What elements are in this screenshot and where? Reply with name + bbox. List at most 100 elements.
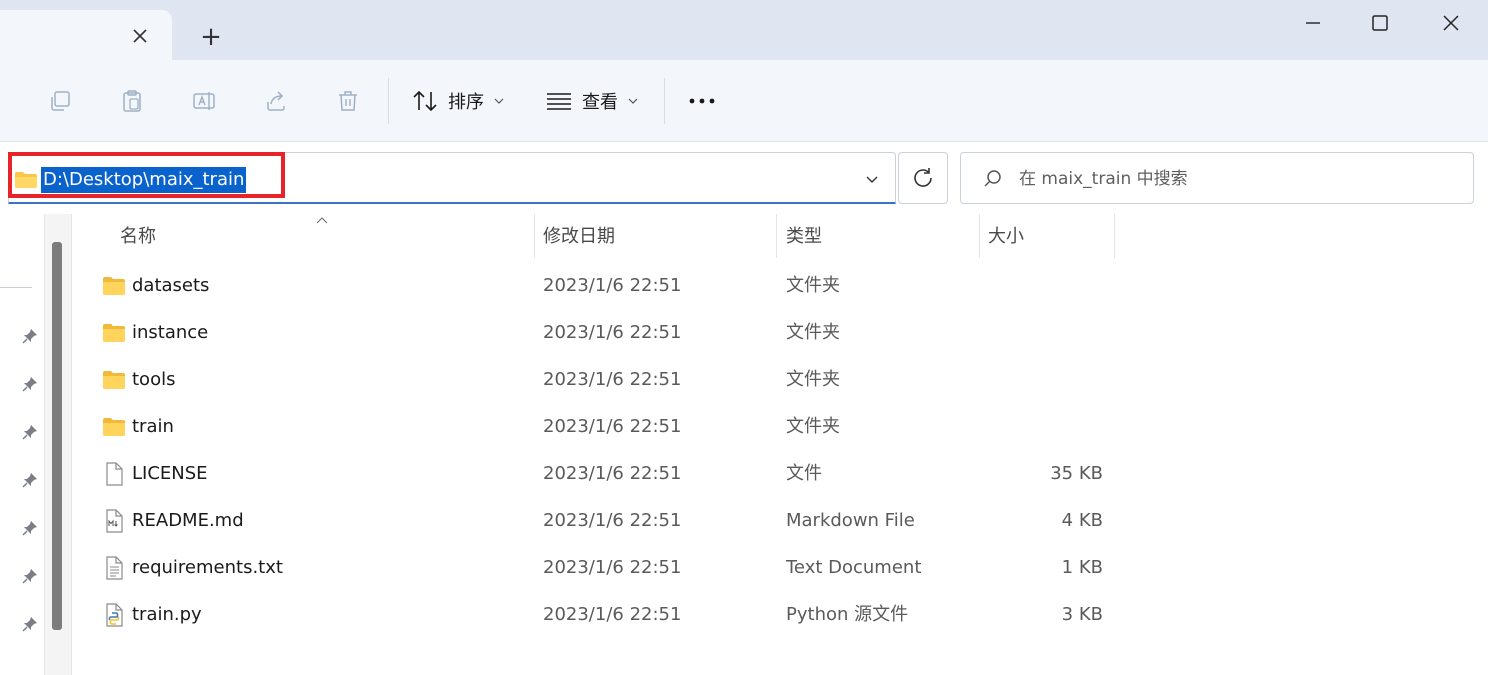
file-modified-date: 2023/1/6 22:51 — [543, 416, 682, 437]
pin-icon — [22, 377, 37, 392]
file-type: Markdown File — [786, 510, 915, 531]
column-header-type[interactable]: 类型 — [776, 214, 978, 260]
file-row[interactable]: README.md 2023/1/6 22:51 Markdown File 4 KB — [72, 497, 1488, 544]
view-list-icon — [547, 93, 571, 110]
file-modified-date: 2023/1/6 22:51 — [543, 604, 682, 625]
file-size: 1 KB — [1061, 557, 1103, 578]
file-size — [989, 356, 1103, 403]
refresh-button[interactable] — [898, 152, 948, 204]
rename-button[interactable] — [186, 84, 222, 118]
pin-icon — [22, 521, 37, 536]
folder-icon — [102, 321, 126, 345]
view-menu-button[interactable]: 查看 — [546, 84, 638, 118]
quick-access-item[interactable] — [20, 566, 40, 586]
sort-icon — [413, 90, 437, 112]
column-divider[interactable] — [1114, 214, 1115, 258]
refresh-icon — [914, 168, 932, 187]
search-input[interactable] — [1019, 165, 1459, 193]
command-bar: 排序 查看 — [0, 60, 1488, 142]
more-icon — [689, 98, 715, 104]
trash-icon — [339, 91, 357, 111]
file-name: instance — [132, 322, 209, 343]
file-type: 文件夹 — [786, 416, 840, 437]
address-bar[interactable]: D:\Desktop\maix_train — [8, 152, 896, 204]
plus-icon: + — [200, 22, 222, 52]
file-row[interactable]: requirements.txt 2023/1/6 22:51 Text Docum… — [72, 544, 1488, 591]
tab-current[interactable] — [0, 10, 172, 60]
pin-icon — [22, 569, 37, 584]
chevron-down-icon — [866, 176, 878, 183]
close-window-button[interactable] — [1426, 4, 1476, 42]
delete-button[interactable] — [330, 84, 366, 118]
file-name: README.md — [132, 510, 244, 531]
clipboard-icon — [123, 90, 141, 112]
tab-close-button[interactable] — [124, 22, 156, 50]
file-name: train — [132, 416, 174, 437]
pin-icon — [22, 473, 37, 488]
pin-icon — [22, 425, 37, 440]
folder-icon — [15, 172, 37, 188]
share-icon — [267, 91, 285, 111]
file-type: 文件夹 — [786, 369, 840, 390]
new-tab-button[interactable]: + — [194, 22, 228, 52]
file-size: 35 KB — [1050, 463, 1103, 484]
text-file-icon — [102, 556, 126, 580]
copy-icon — [51, 91, 70, 111]
file-row[interactable]: LICENSE 2023/1/6 22:51 文件 35 KB — [72, 450, 1488, 497]
nav-scrollbar-thumb[interactable] — [52, 242, 62, 630]
sort-menu-button[interactable]: 排序 — [412, 84, 504, 118]
file-name: train.py — [132, 604, 202, 625]
file-modified-date: 2023/1/6 22:51 — [543, 510, 682, 531]
file-modified-date: 2023/1/6 22:51 — [543, 275, 682, 296]
sort-ascending-icon — [316, 217, 328, 224]
file-type: 文件 — [786, 463, 822, 484]
nav-divider — [0, 287, 32, 288]
file-size: 3 KB — [1061, 604, 1103, 625]
quick-access-item[interactable] — [20, 374, 40, 394]
close-icon — [133, 29, 147, 43]
file-row[interactable]: datasets 2023/1/6 22:51 文件夹 — [72, 262, 1488, 309]
maximize-button[interactable] — [1355, 4, 1405, 42]
file-row[interactable]: instance 2023/1/6 22:51 文件夹 — [72, 309, 1488, 356]
file-row[interactable]: train.py 2023/1/6 22:51 Python 源文件 3 KB — [72, 591, 1488, 638]
quick-access-item[interactable] — [20, 326, 40, 346]
share-button[interactable] — [258, 84, 294, 118]
address-path[interactable]: D:\Desktop\maix_train — [41, 167, 247, 193]
pin-icon — [22, 329, 37, 344]
file-modified-date: 2023/1/6 22:51 — [543, 322, 682, 343]
column-header-modified[interactable]: 修改日期 — [533, 214, 775, 260]
quick-access-item[interactable] — [20, 470, 40, 490]
rename-icon — [193, 92, 215, 110]
toolbar-divider — [388, 78, 389, 124]
column-header-size[interactable]: 大小 — [978, 214, 1114, 260]
sort-label: 排序 — [448, 92, 484, 113]
close-icon — [1443, 15, 1459, 31]
folder-icon — [102, 415, 126, 439]
file-modified-date: 2023/1/6 22:51 — [543, 463, 682, 484]
quick-access-item[interactable] — [20, 518, 40, 538]
title-bar: + — [0, 0, 1488, 60]
markdown-file-icon — [102, 509, 126, 533]
quick-access-item[interactable] — [20, 422, 40, 442]
quick-access-item[interactable] — [20, 614, 40, 634]
file-type: 文件夹 — [786, 322, 840, 343]
navigation-pane — [0, 214, 44, 675]
copy-button[interactable] — [42, 84, 78, 118]
file-size — [989, 309, 1103, 356]
more-options-button[interactable] — [684, 84, 720, 118]
search-icon — [984, 170, 1001, 187]
maximize-icon — [1372, 15, 1388, 31]
file-row[interactable]: tools 2023/1/6 22:51 文件夹 — [72, 356, 1488, 403]
file-row[interactable]: train 2023/1/6 22:51 文件夹 — [72, 403, 1488, 450]
file-type: Text Document — [786, 557, 922, 578]
file-size — [989, 262, 1103, 309]
address-history-dropdown[interactable] — [861, 169, 883, 189]
view-label: 查看 — [582, 92, 618, 113]
search-box[interactable] — [960, 152, 1474, 204]
paste-button[interactable] — [114, 84, 150, 118]
folder-icon — [102, 274, 126, 298]
file-type: 文件夹 — [786, 275, 840, 296]
python-file-icon — [102, 603, 126, 627]
file-list: datasets 2023/1/6 22:51 文件夹 instance 2023/1/… — [72, 262, 1488, 638]
minimize-button[interactable] — [1288, 4, 1338, 42]
